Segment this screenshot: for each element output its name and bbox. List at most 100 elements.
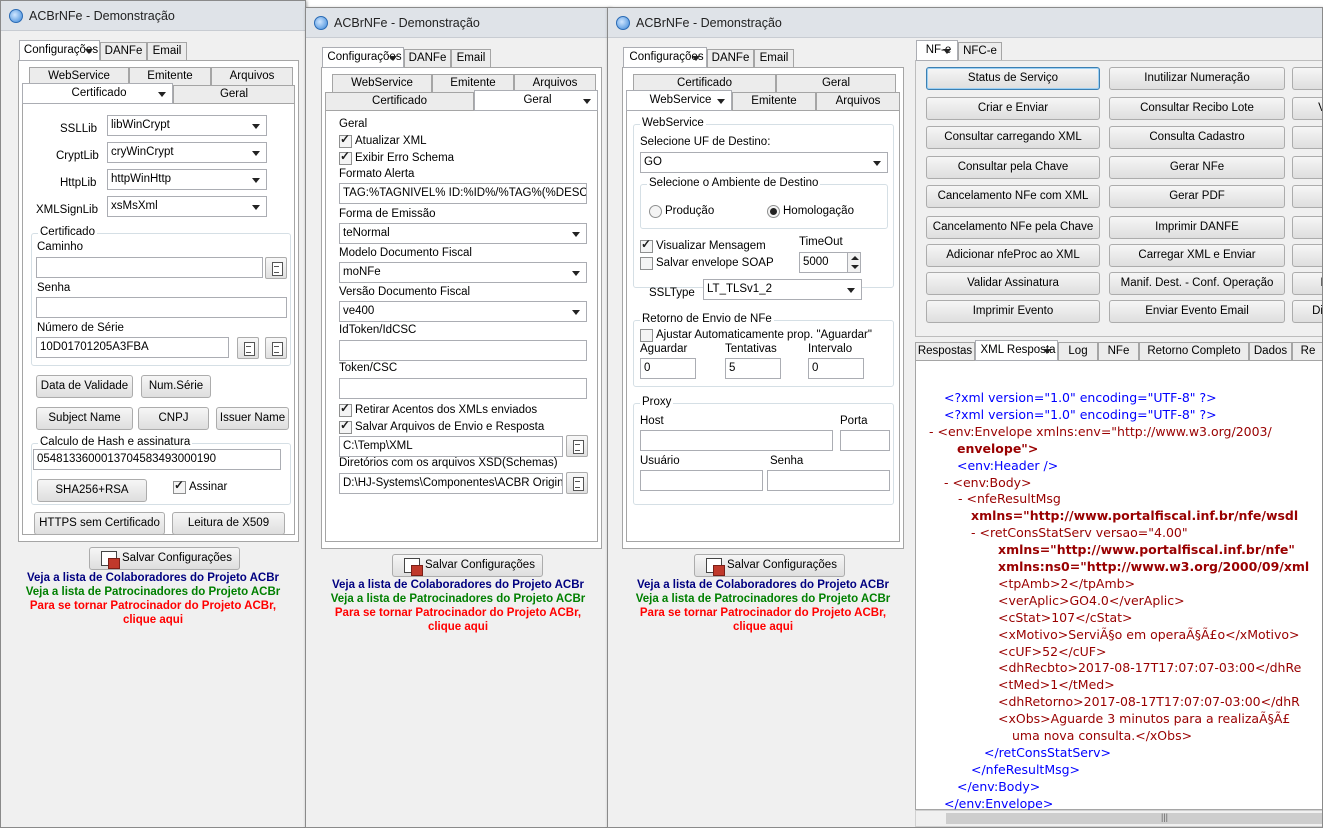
action-button-c-8[interactable]: Dist — [1292, 300, 1322, 323]
action-button-c-5[interactable] — [1292, 216, 1322, 239]
ssltype-select[interactable]: LT_TLSv1_2 — [703, 279, 862, 300]
clique-aqui-link[interactable]: clique aqui — [608, 621, 918, 633]
caminho-input[interactable] — [36, 257, 263, 278]
patrocinadores-link[interactable]: Veja a lista de Patrocinadores do Projet… — [306, 593, 610, 605]
httplib-select[interactable]: httpWinHttp — [107, 169, 267, 190]
tab-email[interactable]: Email — [754, 49, 794, 68]
aguardar-input[interactable]: 0 — [640, 358, 696, 379]
horizontal-scrollbar[interactable]: ||| — [915, 810, 1322, 827]
idtoken-input[interactable] — [339, 340, 587, 361]
action-button-b-5[interactable]: Imprimir DANFE — [1109, 216, 1285, 239]
action-button-b-2[interactable]: Consulta Cadastro — [1109, 126, 1285, 149]
title-bar[interactable]: ACBrNFe - Demonstração — [1, 1, 305, 31]
hash-input[interactable]: 05481336000137045834930001​90 — [33, 449, 281, 470]
tab-nfce[interactable]: NFC-e — [958, 42, 1002, 61]
exibir-erro-schema-checkbox[interactable]: Exibir Erro Schema — [339, 150, 454, 165]
tentativas-input[interactable]: 5 — [725, 358, 781, 379]
serie-input[interactable]: 10D01701205A3FBA — [36, 337, 229, 358]
serie-browse2-icon[interactable] — [265, 337, 287, 359]
leitura-x509-button[interactable]: Leitura de X509 — [172, 512, 285, 535]
clique-aqui-link[interactable]: clique aqui — [1, 614, 305, 626]
action-button-5[interactable]: Cancelamento NFe pela Chave — [926, 216, 1100, 239]
tab-certificado[interactable]: Certificado — [22, 83, 173, 104]
tab-resp-2[interactable]: Log — [1058, 342, 1098, 361]
scrollbar-thumb[interactable] — [946, 813, 1322, 824]
forma-emissao-select[interactable]: teNormal — [339, 223, 587, 244]
timeout-input[interactable]: 5000 — [799, 252, 848, 273]
action-button-b-8[interactable]: Enviar Evento Email — [1109, 300, 1285, 323]
xsd-path-input[interactable]: D:\HJ-Systems\Componentes\ACBR Original\… — [339, 473, 563, 494]
tab-arquivos[interactable]: Arquivos — [211, 67, 293, 86]
usuario-input[interactable] — [640, 470, 763, 491]
visualizar-mensagem-checkbox[interactable]: Visualizar Mensagem — [640, 238, 766, 253]
tab-resp-4[interactable]: Retorno Completo WS — [1139, 342, 1249, 374]
assinar-checkbox[interactable]: Assinar — [173, 479, 227, 494]
colaboradores-link[interactable]: Veja a lista de Colaboradores do Projeto… — [306, 579, 610, 591]
xsd-path-browse-icon[interactable] — [566, 472, 588, 494]
action-button-b-1[interactable]: Consultar Recibo Lote — [1109, 97, 1285, 120]
action-button-c-3[interactable] — [1292, 156, 1322, 179]
timeout-spinner[interactable] — [847, 252, 861, 273]
subject-name-button[interactable]: Subject Name — [36, 407, 133, 430]
patrocinadores-link[interactable]: Veja a lista de Patrocinadores do Projet… — [1, 586, 305, 598]
action-button-4[interactable]: Cancelamento NFe com XML — [926, 185, 1100, 208]
patrocinador-text[interactable]: Para se tornar Patrocinador do Projeto A… — [306, 607, 610, 619]
ajustar-checkbox[interactable]: Ajustar Automaticamente prop. "Aguardar" — [640, 329, 872, 342]
serie-browse-icon[interactable] — [237, 337, 259, 359]
action-button-b-7[interactable]: Manif. Dest. - Conf. Operação — [1109, 272, 1285, 295]
action-button-c-2[interactable] — [1292, 126, 1322, 149]
https-sem-certificado-button[interactable]: HTTPS sem Certificado — [34, 512, 165, 535]
ssllib-select[interactable]: libWinCrypt — [107, 115, 267, 136]
action-button-0[interactable]: Status de Serviço — [926, 67, 1100, 90]
salvar-configuracoes-button[interactable]: Salvar Configurações — [392, 554, 543, 577]
tab-webservice[interactable]: WebService — [332, 74, 432, 93]
sha256-button[interactable]: SHA256+RSA — [37, 479, 147, 502]
tab-resp-5[interactable]: Dados — [1249, 342, 1292, 361]
tab-resp-1[interactable]: XML Resposta — [975, 340, 1058, 361]
atualizar-xml-checkbox[interactable]: Atualizar XML — [339, 133, 427, 148]
action-button-b-4[interactable]: Gerar PDF — [1109, 185, 1285, 208]
patrocinador-text[interactable]: Para se tornar Patrocinador do Projeto A… — [608, 607, 918, 619]
salvar-configuracoes-button[interactable]: Salvar Configurações — [694, 554, 845, 577]
cryptlib-select[interactable]: cryWinCrypt — [107, 142, 267, 163]
intervalo-input[interactable]: 0 — [808, 358, 864, 379]
action-button-b-3[interactable]: Gerar NFe — [1109, 156, 1285, 179]
tab-resp-6[interactable]: Re — [1292, 342, 1322, 361]
host-input[interactable] — [640, 430, 833, 451]
porta-input[interactable] — [840, 430, 890, 451]
action-button-3[interactable]: Consultar pela Chave — [926, 156, 1100, 179]
colaboradores-link[interactable]: Veja a lista de Colaboradores do Projeto… — [1, 572, 305, 584]
tab-geral[interactable]: Geral — [776, 74, 896, 93]
action-button-1[interactable]: Criar e Enviar — [926, 97, 1100, 120]
tab-nfe[interactable]: NF-e — [916, 40, 958, 61]
salvar-arquivos-checkbox[interactable]: Salvar Arquivos de Envio e Resposta — [339, 419, 544, 434]
action-button-2[interactable]: Consultar carregando XML — [926, 126, 1100, 149]
xmlsign-select[interactable]: xsMsXml — [107, 196, 267, 217]
homologacao-radio[interactable]: Homologação — [767, 205, 854, 218]
action-button-c-7[interactable]: I — [1292, 272, 1322, 295]
tab-resp-3[interactable]: NFe — [1098, 342, 1139, 361]
num-serie-button[interactable]: Num.Série — [141, 375, 211, 398]
salvar-soap-checkbox[interactable]: Salvar envelope SOAP — [640, 257, 774, 270]
tab-emitente[interactable]: Emitente — [732, 92, 816, 111]
action-button-c-6[interactable] — [1292, 244, 1322, 267]
cnpj-button[interactable]: CNPJ — [138, 407, 209, 430]
action-button-b-0[interactable]: Inutilizar Numeração — [1109, 67, 1285, 90]
tab-certificado[interactable]: Certificado — [325, 92, 474, 111]
senha-input[interactable] — [36, 297, 287, 318]
clique-aqui-link[interactable]: clique aqui — [306, 621, 610, 633]
versao-select[interactable]: ve400 — [339, 301, 587, 322]
title-bar[interactable]: ACBrNFe - Demonstração — [608, 8, 1322, 38]
tab-email[interactable]: Email — [147, 42, 187, 61]
tab-email[interactable]: Email — [451, 49, 491, 68]
colaboradores-link[interactable]: Veja a lista de Colaboradores do Projeto… — [608, 579, 918, 591]
action-button-7[interactable]: Validar Assinatura — [926, 272, 1100, 295]
tab-webservice[interactable]: WebService — [626, 90, 732, 111]
salvar-path-browse-icon[interactable] — [566, 435, 588, 457]
producao-radio[interactable]: Produção — [649, 205, 714, 218]
retirar-acentos-checkbox[interactable]: Retirar Acentos dos XMLs enviados — [339, 402, 537, 417]
tab-geral[interactable]: Geral — [173, 85, 295, 104]
tab-geral[interactable]: Geral — [474, 90, 598, 111]
tab-resp-0[interactable]: Respostas — [915, 342, 975, 361]
tab-danfe[interactable]: DANFe — [100, 42, 147, 61]
